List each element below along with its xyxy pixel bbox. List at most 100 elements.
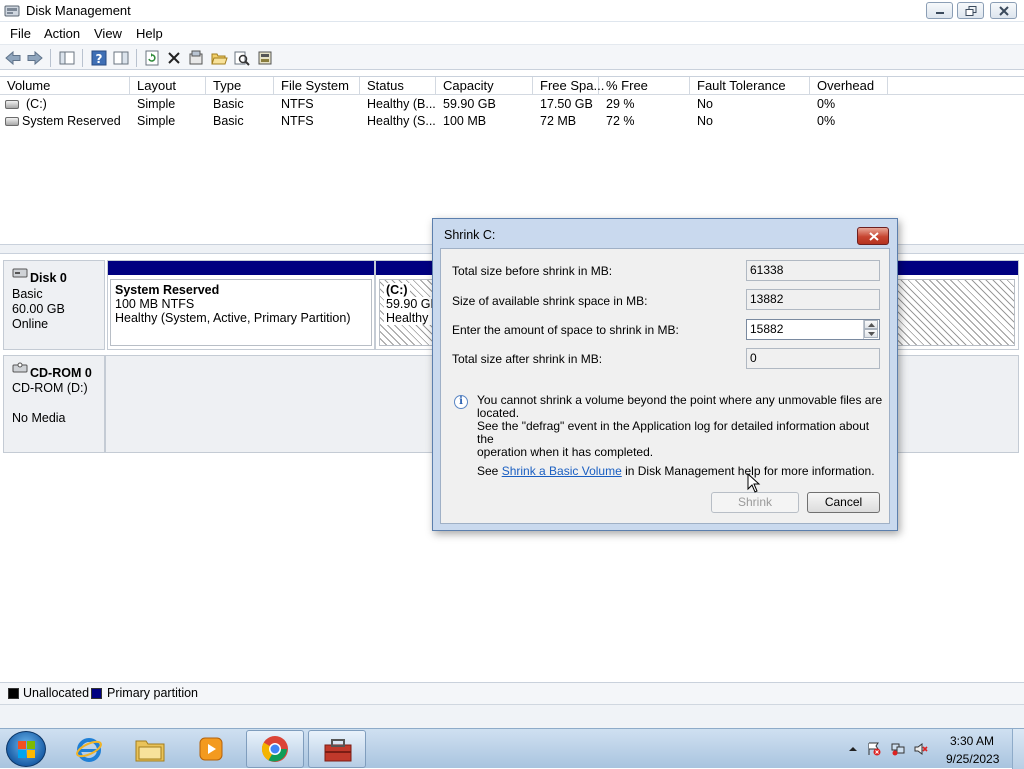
- network-icon[interactable]: [891, 742, 905, 756]
- column-header-free-space[interactable]: Free Spa...: [533, 77, 604, 95]
- chevron-up-icon: [868, 323, 875, 327]
- clock-time[interactable]: 3:30 AM: [950, 734, 994, 748]
- total-size-before-value: 61338: [746, 260, 880, 281]
- disk-settings-icon[interactable]: [256, 49, 274, 67]
- legend-label-unallocated: Unallocated: [23, 686, 90, 700]
- restore-button[interactable]: [957, 2, 984, 19]
- partition-status: Healthy (: [384, 311, 439, 325]
- shrink-button[interactable]: Shrink: [711, 492, 799, 513]
- spin-down-button[interactable]: [864, 329, 878, 338]
- console-tree-icon[interactable]: [58, 49, 76, 67]
- volume-icon: [5, 117, 19, 126]
- cell-fault-tolerance: No: [697, 97, 713, 111]
- cancel-button[interactable]: Cancel: [807, 492, 880, 513]
- column-header-status[interactable]: Status: [360, 77, 436, 95]
- clock-date[interactable]: 9/25/2023: [946, 752, 999, 766]
- column-header-layout[interactable]: Layout: [130, 77, 206, 95]
- minimize-button[interactable]: [926, 2, 953, 19]
- dialog-client: Total size before shrink in MB: 61338 Si…: [440, 248, 890, 524]
- refresh-icon[interactable]: [143, 49, 161, 67]
- shrink-amount-input[interactable]: 15882: [746, 319, 880, 340]
- table-row[interactable]: (C:) Simple Basic NTFS Healthy (B... 59.…: [0, 96, 1024, 113]
- spin-up-button[interactable]: [864, 320, 878, 329]
- toolbar: ?: [0, 44, 1024, 70]
- close-button[interactable]: [990, 2, 1017, 19]
- status-bar: [0, 704, 1024, 728]
- menu-help[interactable]: Help: [136, 26, 163, 41]
- properties-pane-icon[interactable]: [112, 49, 130, 67]
- total-size-after-label: Total size after shrink in MB:: [452, 352, 603, 366]
- toolbar-separator: [136, 49, 137, 67]
- shrink-amount-stepper: [863, 320, 878, 339]
- windows-start-icon[interactable]: [6, 731, 46, 767]
- cell-file-system: NTFS: [281, 114, 314, 128]
- info-line: You cannot shrink a volume beyond the po…: [477, 393, 883, 420]
- help-link[interactable]: Shrink a Basic Volume: [502, 464, 622, 478]
- menu-bar: File Action View Help: [0, 22, 1024, 44]
- toolbox-icon[interactable]: [308, 730, 366, 768]
- column-header-file-system[interactable]: File System: [274, 77, 360, 95]
- open-folder-icon[interactable]: [210, 49, 228, 67]
- cd-rom-0-state: No Media: [12, 411, 66, 425]
- search-icon[interactable]: [233, 49, 251, 67]
- volume-muted-icon[interactable]: [914, 742, 928, 756]
- legend-swatch-unallocated: [8, 688, 19, 699]
- cell-layout: Simple: [137, 114, 176, 128]
- column-header-type[interactable]: Type: [206, 77, 274, 95]
- cell-overhead: 0%: [817, 97, 836, 111]
- cell-free-space: 17.50 GB: [540, 97, 593, 111]
- back-arrow-icon[interactable]: [4, 49, 22, 67]
- column-header-volume[interactable]: Volume: [0, 77, 130, 95]
- show-desktop-button[interactable]: [1012, 729, 1024, 769]
- available-shrink-label: Size of available shrink space in MB:: [452, 294, 648, 308]
- computer-management-glyph: [324, 739, 352, 762]
- disk-0-label[interactable]: Disk 0 Basic 60.00 GB Online: [3, 260, 105, 350]
- cell-type: Basic: [213, 114, 244, 128]
- partition-detail: 100 MB NTFS: [115, 297, 195, 311]
- folder-icon[interactable]: [121, 730, 179, 768]
- menu-view[interactable]: View: [94, 26, 122, 41]
- chrome-glyph: [261, 736, 288, 762]
- delete-icon[interactable]: [165, 49, 183, 67]
- cd-rom-icon: [12, 362, 28, 373]
- menu-file[interactable]: File: [10, 26, 31, 41]
- minimize-icon: [936, 12, 944, 14]
- cell-overhead: 0%: [817, 114, 836, 128]
- cell-layout: Simple: [137, 97, 176, 111]
- media-player-icon[interactable]: [182, 730, 240, 768]
- info-icon: i: [454, 395, 468, 409]
- disk-0-size: 60.00 GB: [12, 302, 65, 316]
- total-size-after-value: 0: [746, 348, 880, 369]
- toolbar-separator: [50, 49, 51, 67]
- legend-swatch-primary: [91, 688, 102, 699]
- partition-system-reserved[interactable]: System Reserved 100 MB NTFS Healthy (Sys…: [107, 260, 375, 350]
- dialog-close-button[interactable]: [857, 227, 889, 245]
- cd-rom-0-type: CD-ROM (D:): [12, 381, 88, 395]
- menu-action[interactable]: Action: [44, 26, 80, 41]
- column-header-capacity[interactable]: Capacity: [436, 77, 533, 95]
- column-header-fault-tolerance[interactable]: Fault Tolerance: [690, 77, 810, 95]
- cell-free-space: 72 MB: [540, 114, 577, 128]
- cell-capacity: 59.90 GB: [443, 97, 496, 111]
- column-header-percent-free[interactable]: % Free: [599, 77, 690, 95]
- available-shrink-value: 13882: [746, 289, 880, 310]
- cell-fault-tolerance: No: [697, 114, 713, 128]
- cell-capacity: 100 MB: [443, 114, 487, 128]
- cell-file-system: NTFS: [281, 97, 314, 111]
- table-row[interactable]: System Reserved Simple Basic NTFS Health…: [0, 113, 1024, 130]
- chrome-icon[interactable]: [246, 730, 304, 768]
- help-icon[interactable]: ?: [90, 49, 108, 67]
- svg-text:?: ?: [96, 52, 103, 66]
- internet-explorer-icon[interactable]: [60, 730, 118, 768]
- info-message: You cannot shrink a volume beyond the po…: [477, 394, 887, 459]
- cell-percent-free: 29 %: [606, 97, 635, 111]
- column-header-overhead[interactable]: Overhead: [810, 77, 888, 95]
- show-hidden-icons-icon[interactable]: [846, 742, 860, 756]
- properties-icon[interactable]: [187, 49, 205, 67]
- cell-status: Healthy (S...: [367, 114, 435, 128]
- dialog-title: Shrink C:: [444, 228, 496, 242]
- legend-label-primary: Primary partition: [107, 686, 198, 700]
- cd-rom-0-label[interactable]: CD-ROM 0 CD-ROM (D:) No Media: [3, 355, 105, 453]
- action-center-icon[interactable]: [867, 742, 881, 756]
- forward-arrow-icon[interactable]: [26, 49, 44, 67]
